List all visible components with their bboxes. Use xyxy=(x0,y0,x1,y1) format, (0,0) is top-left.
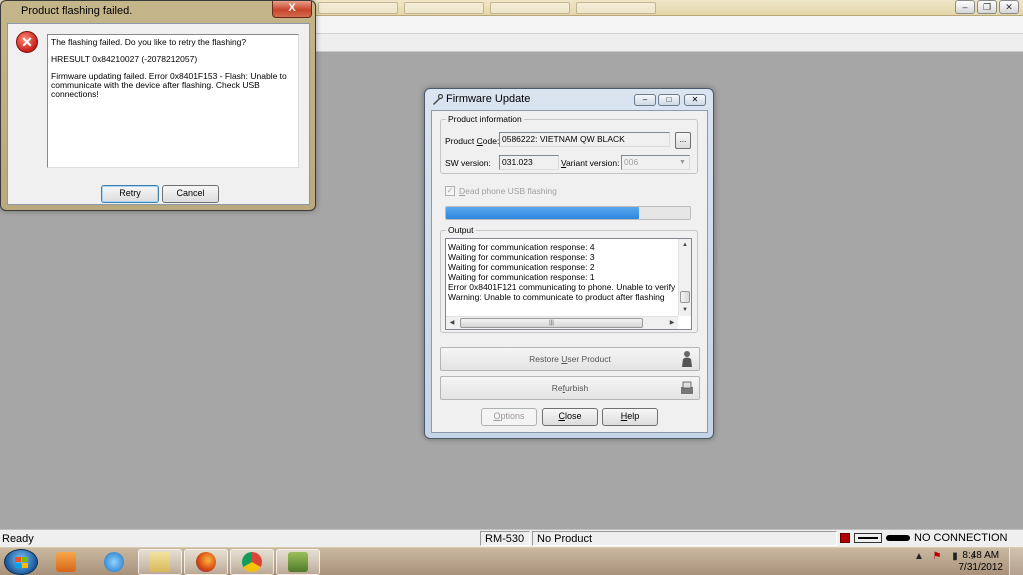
variant-version-select[interactable]: 006 ▼ xyxy=(621,155,690,170)
flash-progress-fill xyxy=(446,207,639,219)
action-center-flag-icon[interactable]: ⚑ xyxy=(931,551,943,563)
error-dialog-body: ✕ The flashing failed. Do you like to re… xyxy=(7,23,310,205)
show-hidden-icons-icon[interactable]: ▲ xyxy=(913,551,925,563)
product-code-field[interactable]: 0586222: VIETNAM QW BLACK xyxy=(499,132,670,147)
restore-user-product-label: Restore User Product xyxy=(529,354,611,364)
taskbar-internet-explorer[interactable] xyxy=(92,549,136,575)
error-icon: ✕ xyxy=(16,31,38,53)
error-hresult: HRESULT 0x84210027 (-2078212057) xyxy=(51,54,198,64)
output-line: Waiting for communication response: 2 xyxy=(448,262,595,272)
close-icon[interactable]: ✕ xyxy=(684,94,706,106)
connection-state-icon xyxy=(840,533,850,543)
tools-icon xyxy=(433,94,443,105)
firmware-update-dialog: Firmware Update – □ ✕ Product informatio… xyxy=(424,88,714,439)
firefox-icon xyxy=(196,552,216,572)
output-vertical-scrollbar[interactable]: ▲ ▼ xyxy=(678,239,691,316)
browser-tab[interactable] xyxy=(404,2,484,14)
product-information-legend: Product information xyxy=(448,114,522,124)
dead-phone-label: Dead phone USB flashing xyxy=(459,186,557,196)
user-icon xyxy=(682,351,692,367)
restore-user-product-button[interactable]: Restore User Product xyxy=(440,347,700,371)
error-dialog-close-button[interactable]: X xyxy=(272,1,312,18)
taskbar-firefox[interactable] xyxy=(184,549,228,575)
browser-tab-strip xyxy=(318,2,656,14)
output-line: Waiting for communication response: 3 xyxy=(448,252,595,262)
taskbar-clock[interactable]: 8:48 AM 7/31/2012 xyxy=(959,550,1004,574)
chevron-down-icon: ▼ xyxy=(679,159,686,166)
firmware-dialog-body: Product information Product Code: 058622… xyxy=(431,110,708,433)
product-code-label: Product Code: xyxy=(445,136,500,146)
close-icon[interactable]: ✕ xyxy=(999,0,1019,14)
checkmark-icon: ✓ xyxy=(445,186,455,196)
output-line: Error 0x8401F121 communicating to phone.… xyxy=(448,282,678,292)
browser-tab[interactable] xyxy=(318,2,398,14)
output-line: Warning: Unable to communicate to produc… xyxy=(448,292,665,302)
clock-time: 8:48 AM xyxy=(962,550,1000,561)
app-window-controls: – ❐ ✕ xyxy=(955,0,1019,14)
help-button[interactable]: Help xyxy=(602,408,658,426)
horizontal-scroll-thumb[interactable]: ||| xyxy=(460,318,643,328)
error-dialog-title: Product flashing failed. xyxy=(21,5,133,17)
status-model: RM-530 xyxy=(480,531,530,546)
error-question: The flashing failed. Do you like to retr… xyxy=(51,37,247,47)
error-dialog: Product flashing failed. X ✕ The flashin… xyxy=(0,0,316,211)
close-button[interactable]: Close xyxy=(542,408,598,426)
clock-date: 7/31/2012 xyxy=(958,562,1004,573)
scroll-down-icon[interactable]: ▼ xyxy=(679,304,691,316)
firmware-dialog-title: Firmware Update xyxy=(446,93,531,105)
error-details: Firmware updating failed. Error 0x8401F1… xyxy=(51,71,287,99)
browser-tab[interactable] xyxy=(576,2,656,14)
media-player-icon xyxy=(56,552,76,572)
vertical-scroll-thumb[interactable] xyxy=(680,291,690,303)
output-legend: Output xyxy=(448,225,474,235)
cancel-button[interactable]: Cancel xyxy=(162,185,219,203)
taskbar: ▲ ⚑ ▮ ♪ 8:48 AM 7/31/2012 xyxy=(0,547,1023,575)
windows-logo-icon xyxy=(15,557,29,569)
printer-icon xyxy=(681,381,693,394)
options-button[interactable]: Options xyxy=(481,408,537,426)
connection-status-text: NO CONNECTION xyxy=(914,532,1008,544)
taskbar-explorer[interactable] xyxy=(138,549,182,575)
chrome-icon xyxy=(242,552,262,572)
restore-icon[interactable]: ❐ xyxy=(977,0,997,14)
dead-phone-usb-flashing-checkbox[interactable]: ✓ Dead phone USB flashing xyxy=(445,186,557,196)
variant-version-label: Variant version: xyxy=(561,158,620,168)
scroll-up-icon[interactable]: ▲ xyxy=(679,239,691,251)
taskbar-chrome[interactable] xyxy=(230,549,274,575)
usb-plug-icon xyxy=(854,533,882,543)
status-product: No Product xyxy=(532,531,837,546)
error-message-box[interactable]: The flashing failed. Do you like to retr… xyxy=(47,34,299,168)
folder-icon xyxy=(150,552,170,572)
browse-product-button[interactable]: ... xyxy=(675,132,691,149)
flash-progress-bar xyxy=(445,206,691,220)
variant-version-value: 006 xyxy=(624,157,639,167)
refurbish-label: Refurbish xyxy=(551,383,589,393)
scroll-right-icon[interactable]: ▶ xyxy=(666,317,678,329)
status-bar: Ready RM-530 No Product NO CONNECTION xyxy=(0,529,1023,547)
cable-icon xyxy=(886,535,910,541)
retry-button[interactable]: Retry xyxy=(101,185,159,203)
sw-version-field[interactable]: 031.023 xyxy=(499,155,559,170)
scroll-left-icon[interactable]: ◀ xyxy=(446,317,458,329)
taskbar-media-player[interactable] xyxy=(44,549,88,575)
status-ready: Ready xyxy=(2,533,34,545)
sw-version-label: SW version: xyxy=(445,158,491,168)
taskbar-phoenix-tool[interactable] xyxy=(276,549,320,575)
maximize-icon[interactable]: □ xyxy=(658,94,680,106)
show-desktop-button[interactable] xyxy=(1009,548,1023,575)
output-lines: Waiting for communication response: 4 Wai… xyxy=(448,242,678,302)
start-button[interactable] xyxy=(4,549,38,575)
output-log[interactable]: Waiting for communication response: 4 Wai… xyxy=(445,238,692,330)
output-horizontal-scrollbar[interactable]: ◀ ||| ▶ xyxy=(446,316,678,329)
output-line: Waiting for communication response: 4 xyxy=(448,242,595,252)
internet-explorer-icon xyxy=(104,552,124,572)
minimize-icon[interactable]: – xyxy=(955,0,975,14)
browser-tab[interactable] xyxy=(490,2,570,14)
minimize-icon[interactable]: – xyxy=(634,94,656,106)
output-line: Waiting for communication response: 1 xyxy=(448,272,595,282)
connection-status: NO CONNECTION xyxy=(840,532,1008,544)
refurbish-button[interactable]: Refurbish xyxy=(440,376,700,400)
tools-icon xyxy=(288,552,308,572)
